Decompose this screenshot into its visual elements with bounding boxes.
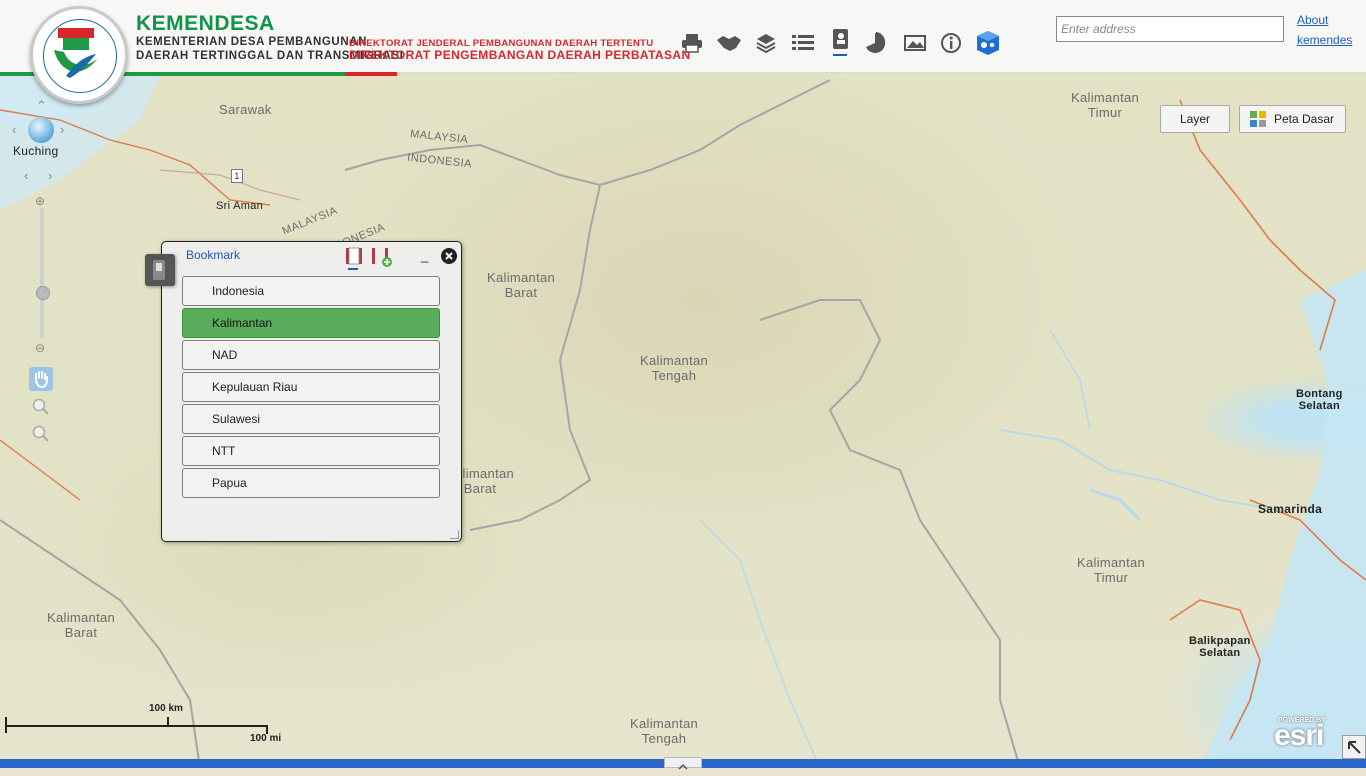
settings-cube-icon bbox=[977, 31, 999, 55]
layers-tool-button[interactable] bbox=[753, 30, 779, 56]
brand-line-1: KEMENTERIAN DESA PEMBANGUNAN bbox=[136, 36, 368, 48]
print-tool-button[interactable] bbox=[679, 30, 705, 56]
layer-button[interactable]: Layer bbox=[1160, 105, 1230, 133]
close-panel-button[interactable] bbox=[441, 248, 457, 264]
info-icon bbox=[941, 33, 961, 53]
header-stripe-red bbox=[345, 72, 397, 76]
pan-left-button[interactable]: ‹ bbox=[12, 122, 16, 137]
bookmark-item[interactable]: NAD bbox=[182, 340, 440, 370]
basemap-gallery-tool-button[interactable] bbox=[902, 30, 928, 56]
bottom-panel-toggle[interactable] bbox=[664, 757, 702, 770]
bookmark-item[interactable]: Kalimantan bbox=[182, 308, 440, 338]
magnifier-minus-icon bbox=[32, 425, 49, 442]
map-label-kuching: Kuching bbox=[13, 144, 59, 158]
globe-full-extent-icon[interactable] bbox=[28, 117, 54, 143]
legend-list-tool-button[interactable] bbox=[790, 30, 816, 56]
map-label-samarinda: Samarinda bbox=[1258, 502, 1323, 516]
zoom-in-button[interactable]: ⊕ bbox=[35, 194, 45, 208]
app-header: KEMENDESA KEMENTERIAN DESA PEMBANGUNAN D… bbox=[0, 0, 1366, 76]
bookmark-item[interactable]: NTT bbox=[182, 436, 440, 466]
zoom-slider-thumb[interactable] bbox=[36, 286, 50, 300]
layers-icon bbox=[756, 34, 776, 53]
map-label-kalteng-2: Kalimantan Tengah bbox=[630, 716, 699, 746]
zoom-in-box-tool[interactable] bbox=[29, 395, 53, 419]
pan-hand-tool[interactable] bbox=[29, 367, 53, 391]
bookmark-tool-button[interactable] bbox=[827, 26, 853, 56]
print-icon bbox=[682, 34, 702, 53]
bookmark-item[interactable]: Kepulauan Riau bbox=[182, 372, 440, 402]
next-extent-button[interactable]: › bbox=[48, 168, 52, 183]
scale-km-label: 100 km bbox=[149, 703, 183, 714]
kemendesa-logo bbox=[30, 6, 128, 104]
basemap-grid-icon bbox=[1250, 111, 1266, 127]
brand-title: KEMENDESA bbox=[136, 12, 275, 35]
settings-tool-button[interactable] bbox=[975, 30, 1001, 56]
map-label-kaltim-2: Kalimantan Timur bbox=[1077, 555, 1146, 585]
logo-emblem-icon bbox=[54, 28, 98, 78]
map-label-bontang: Bontang Selatan bbox=[1296, 388, 1343, 412]
map-label-sarawak: Sarawak bbox=[219, 102, 272, 117]
bookmark-panel: Bookmark _ Indonesia Kalimantan NAD Kepulau… bbox=[161, 241, 462, 542]
bookmark-item[interactable]: Sulawesi bbox=[182, 404, 440, 434]
basemap-button[interactable]: Peta Dasar bbox=[1239, 105, 1346, 133]
chart-tool-button[interactable] bbox=[862, 30, 888, 56]
map-label-kalbar-3: Kalimantan Barat bbox=[47, 610, 116, 640]
add-bookmark-icon[interactable] bbox=[371, 246, 393, 268]
scale-mi-label: 100 mi bbox=[250, 733, 282, 744]
map-label-kaltim-1: Kalimantan Timur bbox=[1071, 90, 1140, 120]
esri-logo: esri bbox=[1274, 719, 1324, 752]
about-info-tool-button[interactable] bbox=[938, 30, 964, 56]
bookmark-item[interactable]: Indonesia bbox=[182, 276, 440, 306]
magnifier-plus-icon bbox=[32, 398, 49, 415]
map-road-shield: 1 bbox=[231, 169, 243, 183]
zoom-slider-track[interactable] bbox=[40, 208, 44, 338]
zoom-out-button[interactable]: ⊖ bbox=[35, 341, 45, 355]
address-search-input[interactable] bbox=[1056, 16, 1284, 42]
scale-bar-tick-left bbox=[5, 717, 7, 733]
previous-extent-button[interactable]: ‹ bbox=[24, 168, 28, 183]
pan-right-button[interactable]: › bbox=[60, 122, 64, 137]
map-label-kalteng-1: Kalimantan Tengah bbox=[640, 353, 709, 383]
directorate-line-2: DIREKTORAT PENGEMBANGAN DAERAH PERBATASA… bbox=[349, 48, 691, 62]
basemap-gallery-icon bbox=[904, 35, 926, 51]
minimize-panel-button[interactable]: _ bbox=[421, 248, 428, 263]
scale-bar-tick-km bbox=[167, 717, 169, 726]
overview-map-toggle[interactable] bbox=[1342, 735, 1366, 759]
close-icon bbox=[445, 252, 453, 260]
bookmark-tab-icon bbox=[153, 260, 165, 280]
pie-chart-icon bbox=[866, 32, 886, 53]
panel-resize-handle[interactable] bbox=[450, 530, 459, 539]
basemap-button-label: Peta Dasar bbox=[1274, 112, 1335, 126]
hand-icon bbox=[35, 371, 48, 388]
map-label-sri-aman: Sri Aman bbox=[216, 200, 264, 212]
map-label-balikpapan: Balikpapan Selatan bbox=[1189, 635, 1251, 659]
bookmark-panel-title: Bookmark bbox=[186, 248, 241, 262]
list-icon bbox=[792, 35, 814, 50]
partnership-tool-button[interactable] bbox=[716, 30, 742, 56]
kemendes-link[interactable]: kemendes bbox=[1297, 33, 1352, 47]
bookmark-panel-tab[interactable] bbox=[145, 254, 175, 286]
scale-bar-line bbox=[5, 725, 268, 727]
pan-up-button[interactable]: ⌃ bbox=[36, 98, 47, 114]
handshake-icon bbox=[717, 36, 741, 51]
zoom-out-box-tool[interactable] bbox=[29, 422, 53, 446]
map-label-kalbar-1: Kalimantan Barat bbox=[487, 270, 556, 300]
expand-arrow-icon bbox=[1348, 741, 1361, 754]
chevron-up-icon bbox=[678, 763, 688, 770]
bookmark-item[interactable]: Papua bbox=[182, 468, 440, 498]
bookmark-list-icon[interactable] bbox=[345, 246, 365, 270]
bookmark-icon bbox=[833, 29, 848, 49]
about-link[interactable]: About bbox=[1297, 13, 1328, 27]
